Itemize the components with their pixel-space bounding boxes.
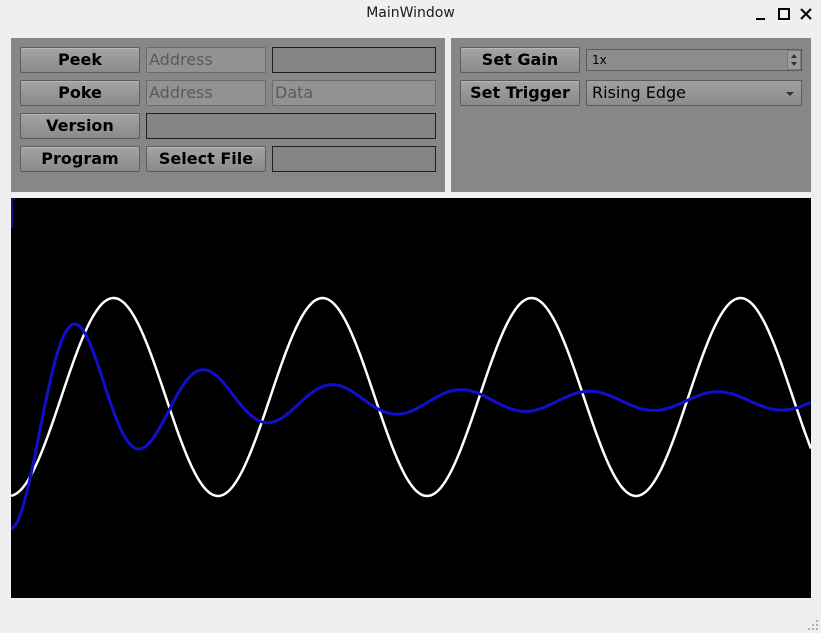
gain-value: 1x <box>592 53 607 67</box>
peek-button[interactable]: Peek <box>20 47 140 73</box>
set-gain-button[interactable]: Set Gain <box>460 47 580 73</box>
select-file-button[interactable]: Select File <box>146 146 266 172</box>
peek-address-input[interactable]: Address <box>146 47 266 73</box>
gain-spinbox[interactable]: 1x <box>586 49 802 71</box>
file-path-field <box>272 146 436 172</box>
minimize-icon[interactable] <box>752 5 770 23</box>
window-title: MainWindow <box>366 5 455 21</box>
poke-button[interactable]: Poke <box>20 80 140 106</box>
waveform-canvas <box>10 198 813 531</box>
peek-result-field <box>272 47 436 73</box>
blue-waveform <box>10 322 812 531</box>
program-button[interactable]: Program <box>20 146 140 172</box>
memory-control-panel: Peek Address Poke Address Data Version P… <box>11 38 445 192</box>
trigger-select[interactable]: Rising Edge <box>586 80 802 106</box>
close-icon[interactable] <box>797 5 815 23</box>
oscilloscope-plot[interactable] <box>10 198 813 598</box>
maximize-icon[interactable] <box>775 5 793 23</box>
poke-data-input[interactable]: Data <box>272 80 436 106</box>
resize-grip-icon[interactable] <box>807 619 819 631</box>
set-trigger-button[interactable]: Set Trigger <box>460 80 580 106</box>
title-bar: MainWindow <box>0 0 821 30</box>
trigger-value: Rising Edge <box>592 83 686 102</box>
scope-settings-panel: Set Gain 1x Set Trigger Rising Edge <box>451 38 811 192</box>
version-field <box>146 113 436 139</box>
spin-arrows-icon[interactable] <box>787 50 801 70</box>
poke-address-input[interactable]: Address <box>146 80 266 106</box>
white-waveform <box>10 296 813 498</box>
chevron-down-icon <box>786 92 794 96</box>
version-button[interactable]: Version <box>20 113 140 139</box>
